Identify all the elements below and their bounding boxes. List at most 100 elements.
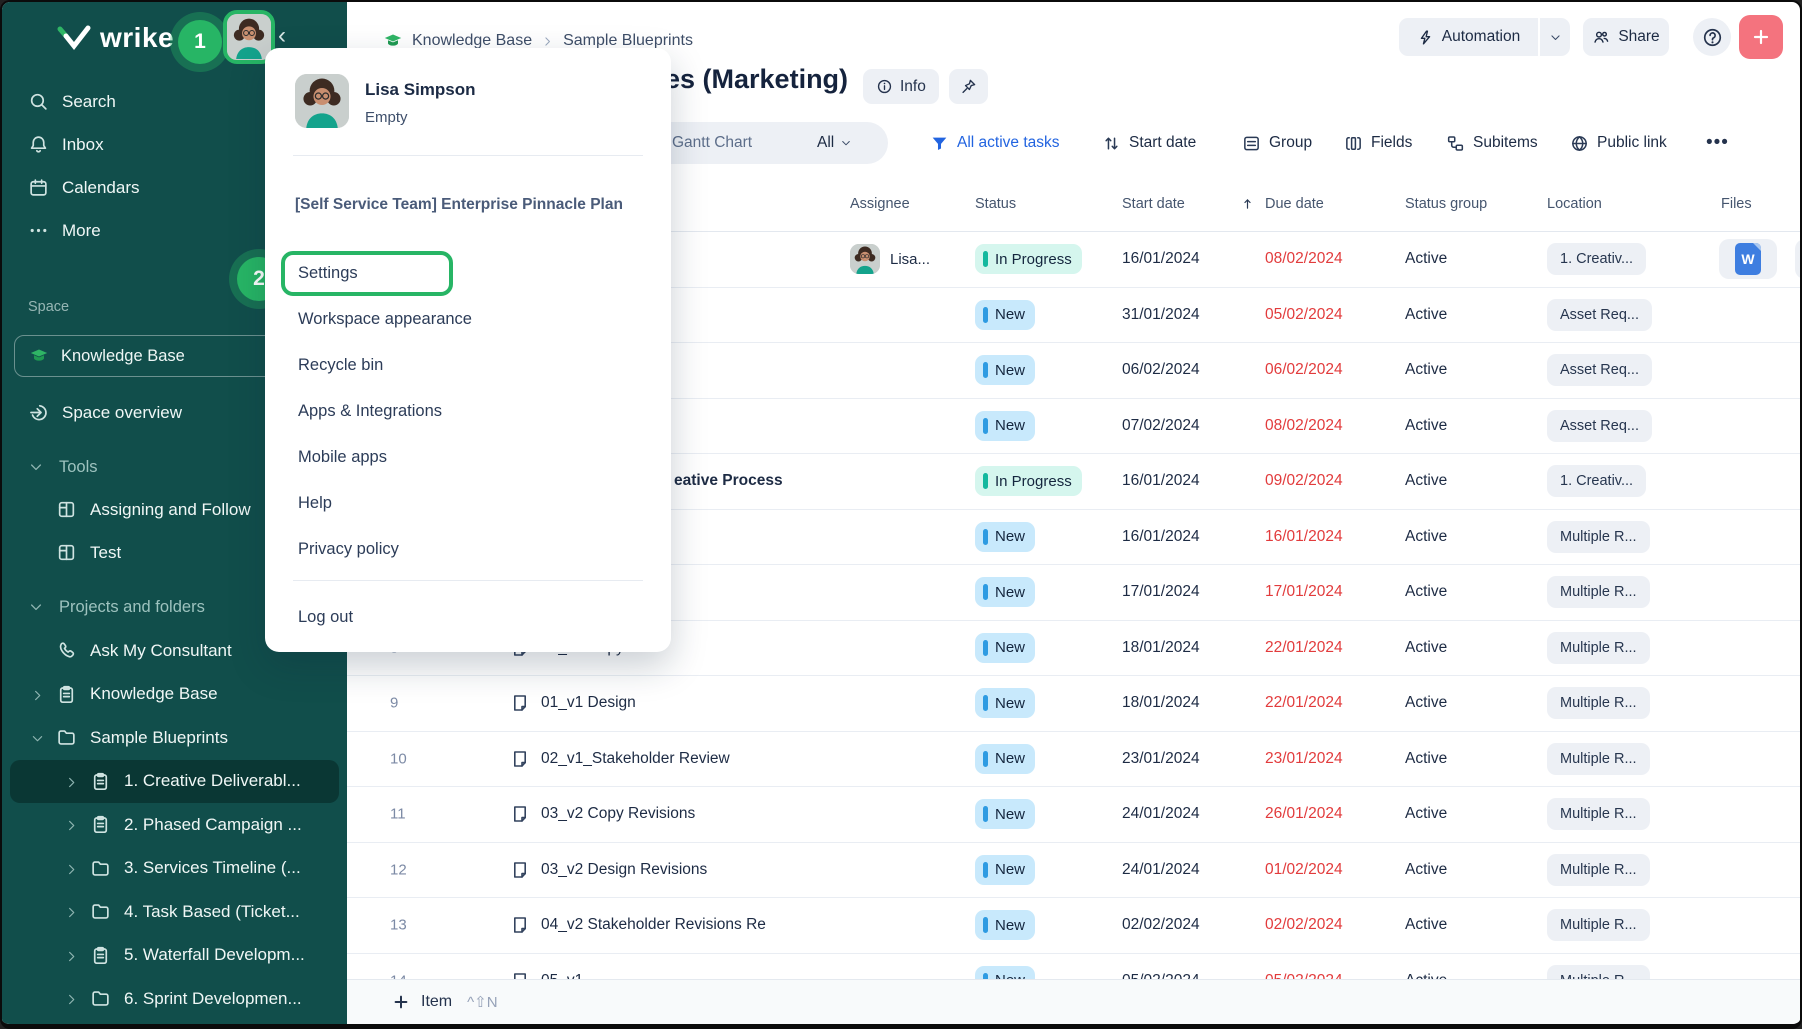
status-badge[interactable]: New	[975, 411, 1035, 441]
start-date[interactable]: 31/01/2024	[1122, 306, 1200, 324]
location-chip[interactable]: Asset Req...	[1547, 410, 1652, 442]
group-button[interactable]: Group	[1242, 122, 1312, 164]
info-button[interactable]: Info	[863, 69, 939, 104]
location-cell[interactable]: Multiple R...	[1547, 687, 1650, 719]
location-chip[interactable]: Multiple R...	[1547, 687, 1650, 719]
menu-item-recycle-bin[interactable]: Recycle bin	[265, 342, 671, 388]
table-row[interactable]: 1203_v2 Design RevisionsNew24/01/202401/…	[347, 843, 1800, 899]
location-chip[interactable]: Multiple R...	[1547, 798, 1650, 830]
start-date[interactable]: 06/02/2024	[1122, 361, 1200, 379]
due-date[interactable]: 08/02/2024	[1265, 417, 1343, 435]
chevron-slot[interactable]	[64, 816, 90, 833]
due-date[interactable]: 16/01/2024	[1265, 528, 1343, 546]
location-chip[interactable]: Multiple R...	[1547, 965, 1650, 979]
status-cell[interactable]: New	[975, 355, 1035, 385]
location-cell[interactable]: Multiple R...	[1547, 743, 1650, 775]
chevron-slot[interactable]	[64, 773, 90, 790]
column-header-location[interactable]: Location	[1547, 196, 1602, 212]
location-cell[interactable]: 1. Creativ...	[1547, 243, 1646, 275]
file-chip[interactable]	[1795, 239, 1800, 279]
public-link-button[interactable]: Public link	[1570, 122, 1667, 164]
chevron-slot[interactable]	[30, 729, 56, 746]
due-date[interactable]: 22/01/2024	[1265, 694, 1343, 712]
start-date[interactable]: 24/01/2024	[1122, 861, 1200, 879]
status-badge[interactable]: In Progress	[975, 466, 1082, 496]
due-date[interactable]: 02/02/2024	[1265, 916, 1343, 934]
table-row[interactable]: 1405_v1New05/02/202405/02/2024ActiveMult…	[347, 954, 1800, 980]
help-button[interactable]	[1693, 18, 1731, 56]
start-date[interactable]: 07/02/2024	[1122, 417, 1200, 435]
status-cell[interactable]: New	[975, 633, 1035, 663]
more-options-button[interactable]: •••	[1706, 122, 1729, 164]
location-chip[interactable]: Multiple R...	[1547, 632, 1650, 664]
due-date[interactable]: 26/01/2024	[1265, 805, 1343, 823]
menu-item-apps-integrations[interactable]: Apps & Integrations	[265, 388, 671, 434]
file-chip[interactable]: W	[1719, 239, 1777, 279]
status-badge[interactable]: New	[975, 633, 1035, 663]
column-header-due-date[interactable]: Due date	[1265, 196, 1324, 212]
due-date[interactable]: 05/02/2024	[1265, 306, 1343, 324]
status-badge[interactable]: New	[975, 355, 1035, 385]
sidebar-item-knowledge-base[interactable]: Knowledge Base	[2, 673, 347, 717]
table-row[interactable]: 1304_v2 Stakeholder Revisions ReNew02/02…	[347, 898, 1800, 954]
status-cell[interactable]: New	[975, 910, 1035, 940]
location-cell[interactable]: Multiple R...	[1547, 798, 1650, 830]
status-cell[interactable]: New	[975, 300, 1035, 330]
chevron-down-icon[interactable]	[30, 731, 45, 746]
location-cell[interactable]: Multiple R...	[1547, 521, 1650, 553]
chevron-right-icon[interactable]	[64, 905, 79, 920]
status-badge[interactable]: New	[975, 910, 1035, 940]
task-name[interactable]: eative Process	[674, 472, 783, 490]
view-filter-dropdown[interactable]: All	[817, 122, 852, 164]
chevron-slot[interactable]	[30, 686, 56, 703]
start-date[interactable]: 17/01/2024	[1122, 583, 1200, 601]
status-cell[interactable]: New	[975, 799, 1035, 829]
status-cell[interactable]: In Progress	[975, 244, 1082, 274]
fields-button[interactable]: Fields	[1344, 122, 1412, 164]
menu-item-log-out[interactable]: Log out	[265, 594, 671, 640]
status-badge[interactable]: New	[975, 300, 1035, 330]
assignee-cell[interactable]: Lisa...	[850, 244, 930, 274]
location-chip[interactable]: 1. Creativ...	[1547, 465, 1646, 497]
status-cell[interactable]: New	[975, 522, 1035, 552]
location-cell[interactable]: Asset Req...	[1547, 354, 1652, 386]
sidebar-item-sample-blueprints[interactable]: Sample Blueprints	[2, 716, 347, 760]
location-chip[interactable]: Multiple R...	[1547, 743, 1650, 775]
status-badge[interactable]: New	[975, 522, 1035, 552]
add-item-bar[interactable]: Item ^⇧N	[347, 979, 1800, 1024]
status-cell[interactable]: New	[975, 577, 1035, 607]
location-chip[interactable]: Multiple R...	[1547, 909, 1650, 941]
chevron-slot[interactable]	[64, 860, 90, 877]
pin-button[interactable]	[949, 69, 988, 104]
chevron-right-icon[interactable]	[64, 992, 79, 1007]
sort-ascending-icon[interactable]	[1240, 196, 1255, 211]
menu-item-mobile-apps[interactable]: Mobile apps	[265, 434, 671, 480]
column-header-assignee[interactable]: Assignee	[850, 196, 910, 212]
menu-item-settings[interactable]: Settings	[265, 250, 671, 296]
sidebar-item-5-waterfall-developm[interactable]: 5. Waterfall Developm...	[2, 934, 347, 978]
chevron-right-icon[interactable]	[64, 775, 79, 790]
location-chip[interactable]: 1. Creativ...	[1547, 243, 1646, 275]
chevron-slot[interactable]	[64, 903, 90, 920]
due-date[interactable]: 22/01/2024	[1265, 639, 1343, 657]
chevron-right-icon[interactable]	[64, 818, 79, 833]
task-name[interactable]: 05_v1	[541, 972, 583, 979]
column-header-status[interactable]: Status	[975, 196, 1016, 212]
column-header-status-group[interactable]: Status group	[1405, 196, 1487, 212]
location-cell[interactable]: Multiple R...	[1547, 854, 1650, 886]
chevron-right-icon[interactable]	[64, 862, 79, 877]
location-chip[interactable]: Asset Req...	[1547, 354, 1652, 386]
status-cell[interactable]: New	[975, 411, 1035, 441]
task-name[interactable]: 04_v2 Stakeholder Revisions Re	[541, 916, 766, 934]
sidebar-item-1-creative-deliverabl[interactable]: 1. Creative Deliverabl...	[10, 760, 339, 804]
menu-item-help[interactable]: Help	[265, 480, 671, 526]
chevron-slot[interactable]	[64, 990, 90, 1007]
sort-button[interactable]: Start date	[1102, 122, 1196, 164]
due-date[interactable]: 09/02/2024	[1265, 472, 1343, 490]
start-date[interactable]: 05/02/2024	[1122, 972, 1200, 979]
task-name[interactable]: 03_v2 Copy Revisions	[541, 805, 695, 823]
menu-item-privacy-policy[interactable]: Privacy policy	[265, 526, 671, 572]
location-chip[interactable]: Multiple R...	[1547, 854, 1650, 886]
sidebar-item-2-phased-campaign[interactable]: 2. Phased Campaign ...	[2, 803, 347, 847]
location-cell[interactable]: Multiple R...	[1547, 632, 1650, 664]
